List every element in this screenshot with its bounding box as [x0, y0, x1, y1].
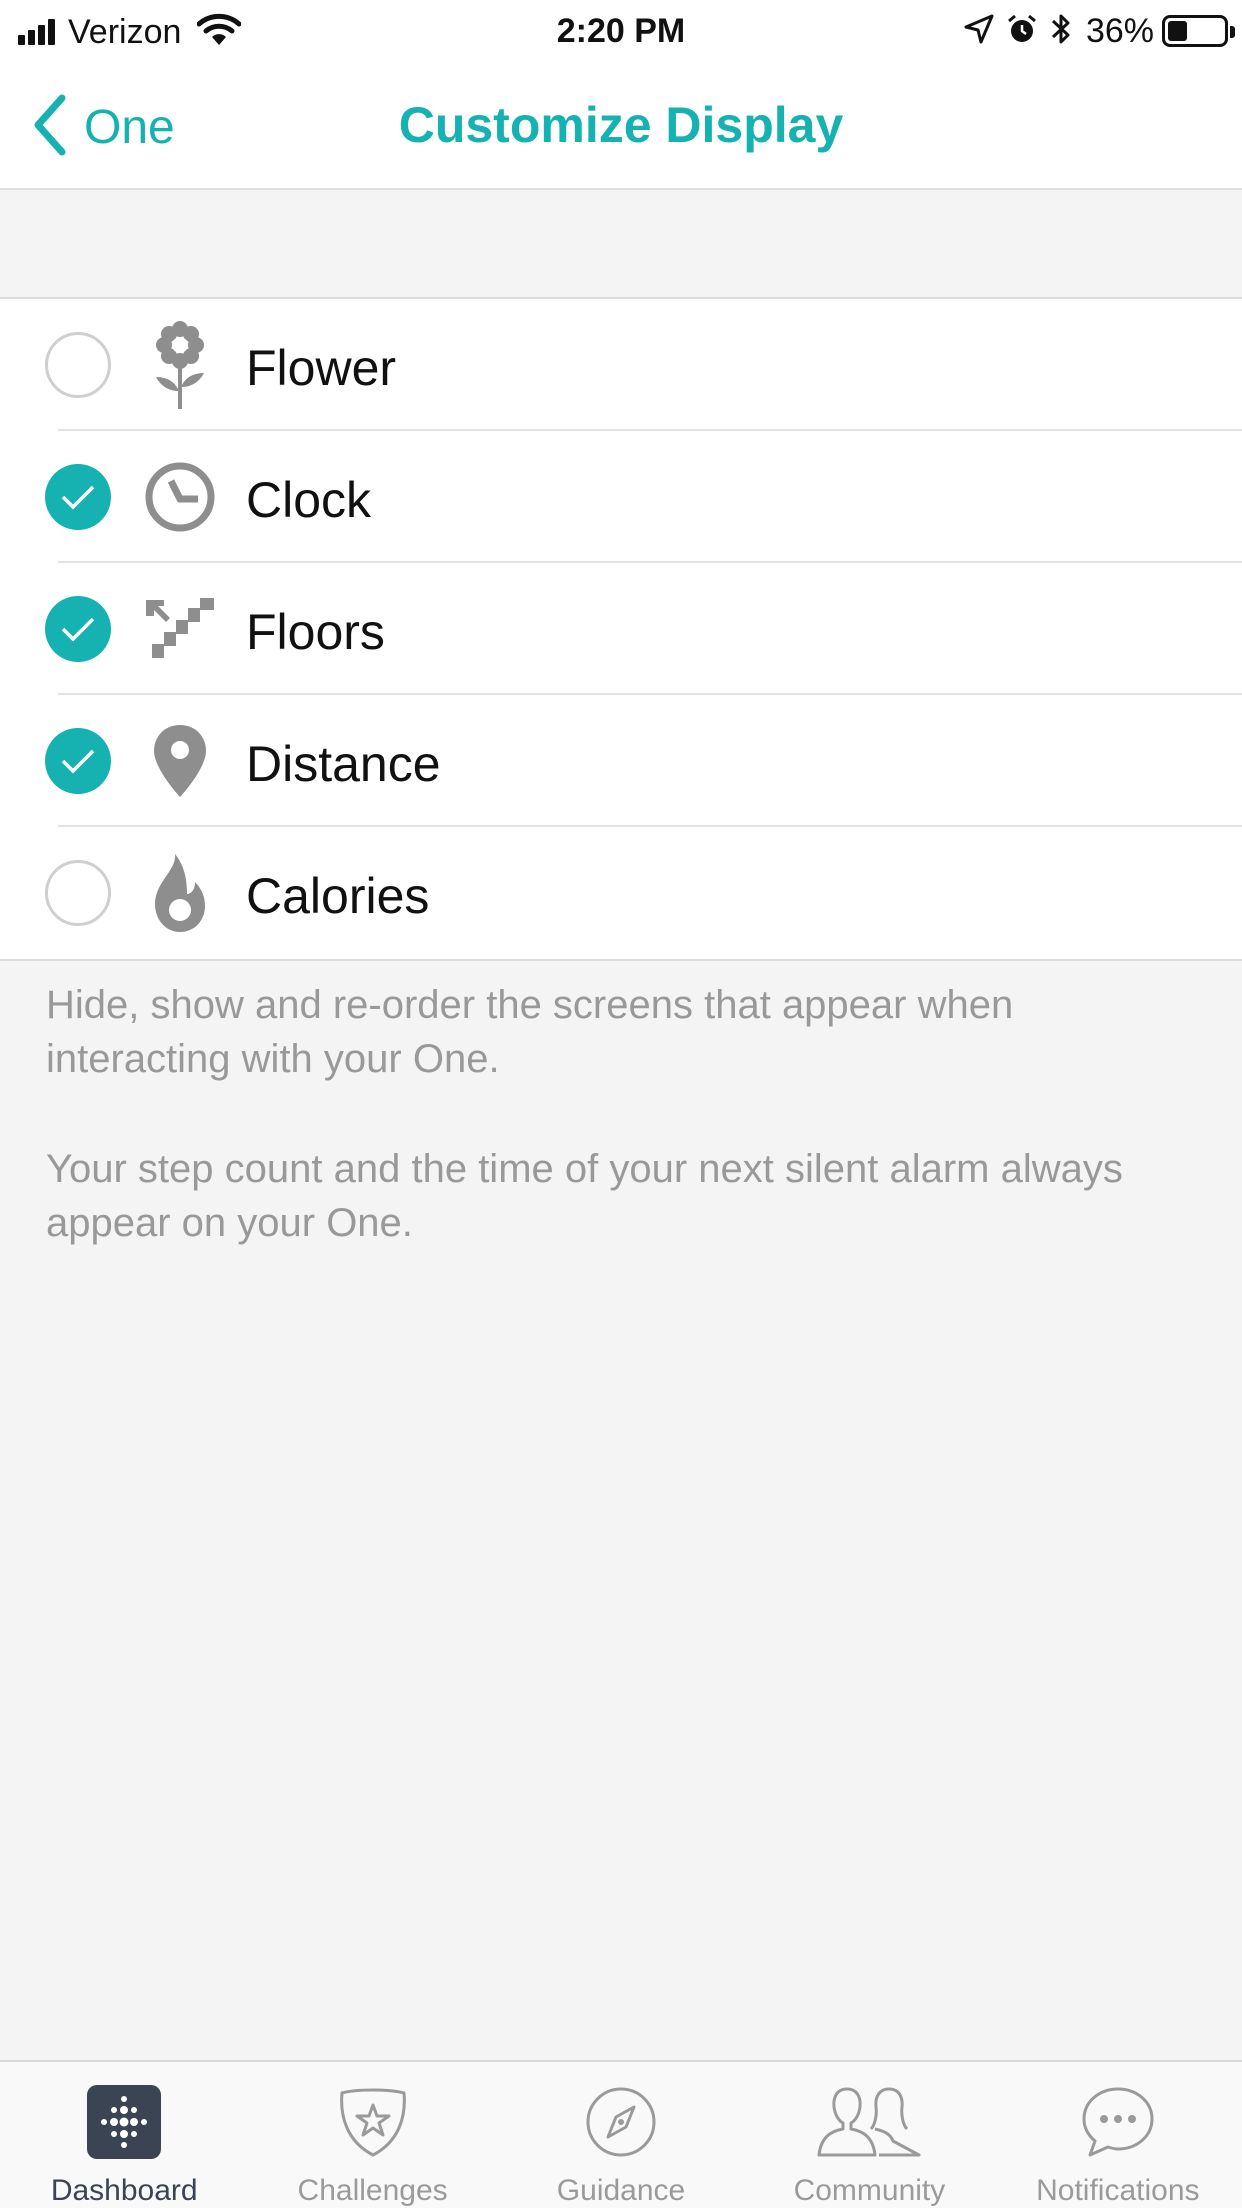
chat-bubble-icon — [994, 2084, 1242, 2160]
challenges-star-icon — [248, 2084, 496, 2160]
list-item-calories[interactable]: Calories — [0, 827, 1242, 959]
list-item-label: Distance — [246, 736, 441, 792]
tab-community[interactable]: Community — [745, 2062, 993, 2208]
alarm-icon — [1006, 13, 1038, 50]
navigation-bar: One Customize Display — [0, 62, 1242, 190]
flower-icon — [142, 321, 218, 409]
page-title: Customize Display — [398, 97, 844, 153]
list-item-distance[interactable]: Distance — [0, 695, 1242, 827]
help-text: Hide, show and re-order the screens that… — [46, 978, 1206, 1306]
tab-label: Notifications — [1036, 2174, 1200, 2207]
battery-icon — [1162, 15, 1235, 47]
map-pin-icon — [142, 721, 218, 801]
tab-bar: Dashboard Challenges Guidance Community … — [0, 2060, 1242, 2208]
checkbox-distance[interactable] — [45, 728, 111, 794]
list-item-label: Floors — [246, 604, 385, 660]
battery-fill — [1168, 21, 1188, 41]
tab-guidance[interactable]: Guidance — [497, 2062, 745, 2208]
location-icon — [964, 14, 994, 49]
compass-icon — [497, 2084, 745, 2160]
status-bar: Verizon 2:20 PM 36% — [0, 0, 1242, 62]
battery-percent: 36% — [1085, 11, 1154, 50]
list-item-label: Clock — [246, 472, 372, 528]
dashboard-icon — [0, 2084, 248, 2160]
people-icon — [745, 2084, 993, 2160]
status-right: 36% — [952, 10, 1235, 52]
customize-display-screen: Verizon 2:20 PM 36% One Customize Displa… — [0, 0, 1242, 2208]
checkbox-floors[interactable] — [45, 596, 111, 662]
tab-label: Challenges — [297, 2174, 448, 2207]
list-item-label: Flower — [246, 340, 397, 396]
bluetooth-icon — [1050, 12, 1072, 51]
list-item-floors[interactable]: Floors — [0, 563, 1242, 695]
tab-label: Community — [793, 2174, 946, 2207]
display-screens-list: Flower Clock Floors Distance Calories — [0, 297, 1242, 961]
flame-icon — [142, 853, 218, 933]
tab-notifications[interactable]: Notifications — [994, 2062, 1242, 2208]
list-item-flower[interactable]: Flower — [0, 299, 1242, 431]
checkbox-clock[interactable] — [45, 464, 111, 530]
help-text-line-1: Hide, show and re-order the screens that… — [46, 983, 1014, 1081]
tab-dashboard[interactable]: Dashboard — [0, 2062, 248, 2208]
help-text-line-2: Your step count and the time of your nex… — [46, 1147, 1123, 1245]
tab-label: Guidance — [556, 2174, 686, 2207]
checkbox-flower[interactable] — [45, 332, 111, 398]
tab-label: Dashboard — [50, 2174, 198, 2207]
list-item-label: Calories — [246, 868, 430, 924]
stairs-icon — [142, 589, 218, 669]
checkbox-calories[interactable] — [45, 860, 111, 926]
list-item-clock[interactable]: Clock — [0, 431, 1242, 563]
tab-challenges[interactable]: Challenges — [248, 2062, 496, 2208]
clock-icon — [142, 457, 218, 537]
